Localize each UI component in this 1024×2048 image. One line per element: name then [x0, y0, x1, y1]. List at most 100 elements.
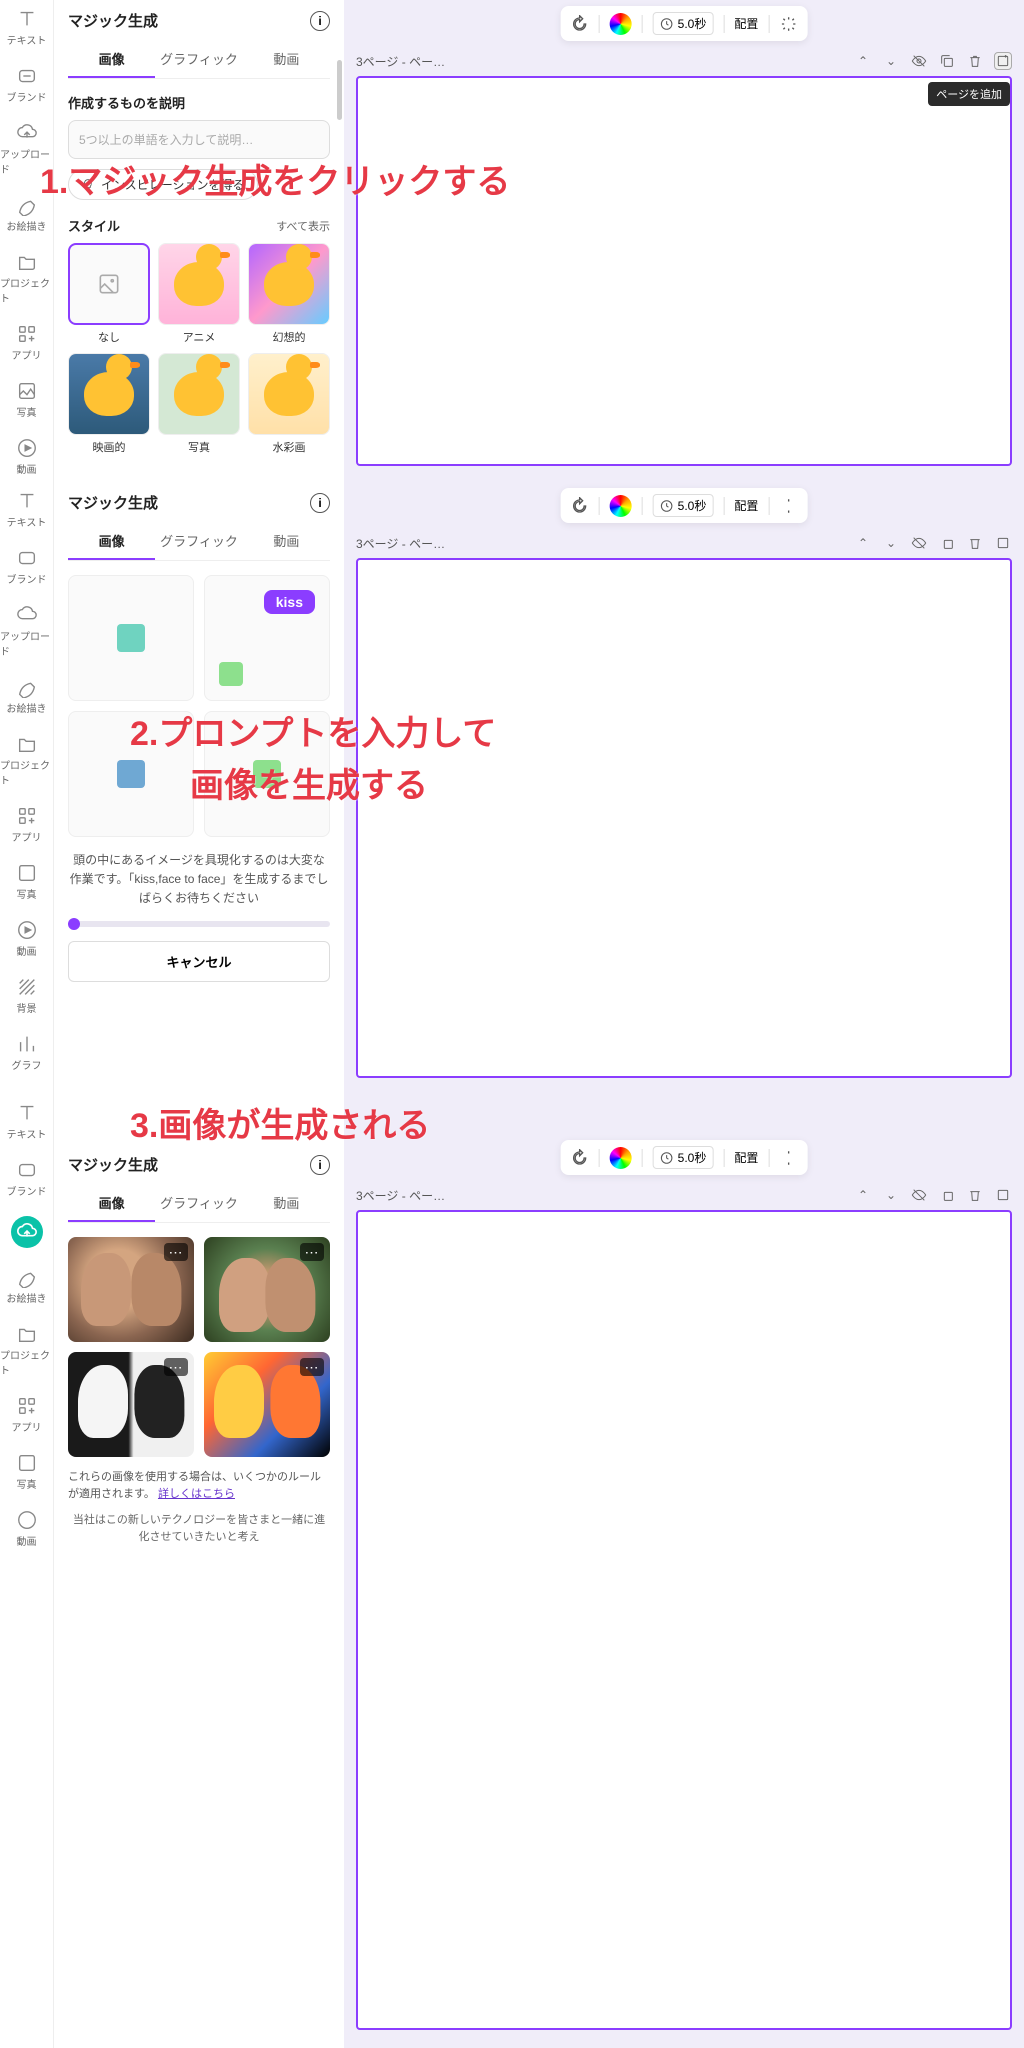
result-image-3[interactable]: ⋯: [68, 1352, 194, 1457]
style-water[interactable]: [248, 353, 330, 435]
add-page-icon[interactable]: [994, 534, 1012, 552]
arrange-button[interactable]: 配置: [734, 15, 758, 32]
style-fantasy[interactable]: [248, 243, 330, 325]
sidebar-upload[interactable]: [0, 1216, 53, 1248]
animate-icon[interactable]: [571, 1149, 589, 1167]
sidebar-photo[interactable]: 写真: [0, 380, 53, 419]
canvas-page[interactable]: [356, 558, 1012, 1078]
delete-icon[interactable]: [966, 534, 984, 552]
sidebar-draw[interactable]: お絵描き: [0, 1266, 53, 1305]
sidebar-brand[interactable]: ブランド: [0, 65, 53, 104]
visibility-icon[interactable]: [910, 534, 928, 552]
animate-icon[interactable]: [571, 15, 589, 33]
style-anime[interactable]: [158, 243, 240, 325]
prompt-label: 作成するものを説明: [68, 93, 330, 112]
sidebar-video[interactable]: 動画: [0, 919, 53, 958]
page-up-icon[interactable]: ⌃: [854, 1186, 872, 1204]
sidebar-video[interactable]: 動画: [0, 1509, 53, 1548]
page-up-icon[interactable]: ⌃: [854, 534, 872, 552]
effects-icon[interactable]: [779, 497, 797, 515]
tab-video[interactable]: 動画: [243, 1185, 330, 1222]
sidebar-photo[interactable]: 写真: [0, 862, 53, 901]
tab-graphic[interactable]: グラフィック: [155, 523, 242, 560]
result-image-4[interactable]: ⋯: [204, 1352, 330, 1457]
color-wheel[interactable]: [610, 495, 632, 517]
tab-image[interactable]: 画像: [68, 1185, 155, 1222]
tab-video[interactable]: 動画: [243, 41, 330, 78]
sidebar-bg[interactable]: 背景: [0, 976, 53, 1015]
info-icon[interactable]: i: [310, 1155, 330, 1175]
arrange-button[interactable]: 配置: [734, 1149, 758, 1166]
sidebar-graph[interactable]: グラフ: [0, 1033, 53, 1072]
effects-icon[interactable]: [779, 1149, 797, 1167]
company-text: 当社はこの新しいテクノロジーを皆さまと一緒に進化させていきたいと考え: [68, 1512, 330, 1545]
add-page-icon[interactable]: [994, 1186, 1012, 1204]
tab-graphic[interactable]: グラフィック: [155, 41, 242, 78]
delete-icon[interactable]: [966, 52, 984, 70]
sidebar-brand[interactable]: ブランド: [0, 1159, 53, 1198]
sidebar-project[interactable]: プロジェクト: [0, 733, 53, 787]
tab-graphic[interactable]: グラフィック: [155, 1185, 242, 1222]
sidebar-video[interactable]: 動画: [0, 437, 53, 476]
panel-title: マジック生成: [68, 1154, 158, 1175]
progress-bar[interactable]: [68, 921, 330, 927]
tab-image[interactable]: 画像: [68, 41, 155, 78]
sidebar-brand[interactable]: ブランド: [0, 547, 53, 586]
sidebar-text[interactable]: テキスト: [0, 8, 53, 47]
sidebar-apps[interactable]: アプリ: [0, 805, 53, 844]
style-photo[interactable]: [158, 353, 240, 435]
tab-video[interactable]: 動画: [243, 523, 330, 560]
magic-panel-results: マジック生成 i 画像 グラフィック 動画 ⋯ ⋯ ⋯ ⋯ これらの画像を使用す…: [54, 1094, 344, 2048]
rules-link[interactable]: 詳しくはこちら: [158, 1488, 235, 1500]
duration-control[interactable]: 5.0秒: [653, 494, 714, 517]
page-down-icon[interactable]: ⌄: [882, 1186, 900, 1204]
duplicate-icon[interactable]: [938, 52, 956, 70]
sidebar-draw[interactable]: お絵描き: [0, 676, 53, 715]
sidebar-photo[interactable]: 写真: [0, 1452, 53, 1491]
sidebar-text[interactable]: テキスト: [0, 1102, 53, 1141]
sidebar-text[interactable]: テキスト: [0, 490, 53, 529]
left-sidebar: テキスト ブランド アップロード お絵描き プロジェクト アプリ 写真 動画: [0, 0, 54, 482]
visibility-icon[interactable]: [910, 52, 928, 70]
tab-image[interactable]: 画像: [68, 523, 155, 560]
duplicate-icon[interactable]: [938, 534, 956, 552]
sidebar-upload[interactable]: アップロード: [0, 604, 53, 658]
add-page-icon[interactable]: [994, 52, 1012, 70]
left-sidebar: テキスト ブランド お絵描き プロジェクト アプリ 写真 動画: [0, 1094, 54, 2048]
page-label: 3ページ - ペー…: [356, 53, 445, 70]
info-icon[interactable]: i: [310, 11, 330, 31]
result-image-1[interactable]: ⋯: [68, 1237, 194, 1342]
sidebar-apps[interactable]: アプリ: [0, 323, 53, 362]
delete-icon[interactable]: [966, 1186, 984, 1204]
style-none[interactable]: [68, 243, 150, 325]
arrange-button[interactable]: 配置: [734, 497, 758, 514]
page-down-icon[interactable]: ⌄: [882, 534, 900, 552]
sidebar-project[interactable]: プロジェクト: [0, 1323, 53, 1377]
media-tabs: 画像 グラフィック 動画: [68, 41, 330, 79]
visibility-icon[interactable]: [910, 1186, 928, 1204]
info-icon[interactable]: i: [310, 493, 330, 513]
view-all-link[interactable]: すべて表示: [276, 218, 330, 234]
color-wheel[interactable]: [610, 1147, 632, 1169]
canvas-page[interactable]: [356, 1210, 1012, 2030]
more-icon[interactable]: ⋯: [300, 1358, 324, 1376]
sidebar-project[interactable]: プロジェクト: [0, 251, 53, 305]
style-movie[interactable]: [68, 353, 150, 435]
canvas-page[interactable]: [356, 76, 1012, 466]
duration-control[interactable]: 5.0秒: [653, 12, 714, 35]
animate-icon[interactable]: [571, 497, 589, 515]
page-up-icon[interactable]: ⌃: [854, 52, 872, 70]
cancel-button[interactable]: キャンセル: [68, 941, 330, 982]
duplicate-icon[interactable]: [938, 1186, 956, 1204]
more-icon[interactable]: ⋯: [164, 1358, 188, 1376]
page-down-icon[interactable]: ⌄: [882, 52, 900, 70]
color-wheel[interactable]: [610, 13, 632, 35]
effects-icon[interactable]: [779, 15, 797, 33]
sidebar-apps[interactable]: アプリ: [0, 1395, 53, 1434]
more-icon[interactable]: ⋯: [300, 1243, 324, 1261]
panel-scrollbar[interactable]: [337, 60, 342, 120]
more-icon[interactable]: ⋯: [164, 1243, 188, 1261]
result-image-2[interactable]: ⋯: [204, 1237, 330, 1342]
duration-control[interactable]: 5.0秒: [653, 1146, 714, 1169]
page-label: 3ページ - ペー…: [356, 1187, 445, 1204]
